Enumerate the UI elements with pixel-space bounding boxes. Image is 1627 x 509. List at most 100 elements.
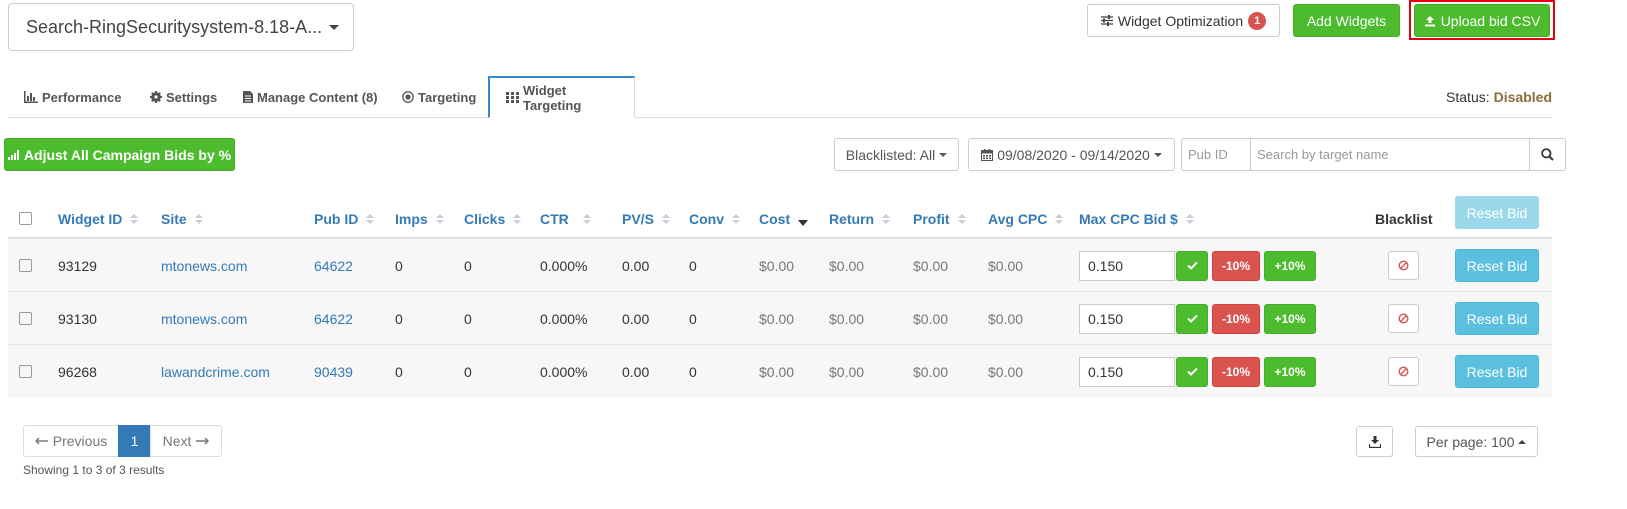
pagination-page-current[interactable]: 1: [118, 425, 151, 457]
col-return[interactable]: Return: [829, 209, 891, 229]
increase-bid-button[interactable]: +10%: [1264, 303, 1316, 334]
chevron-up-icon: [1518, 439, 1527, 444]
confirm-bid-button[interactable]: [1176, 250, 1208, 281]
tab-targeting[interactable]: Targeting: [386, 76, 492, 118]
col-ctr[interactable]: CTR: [540, 209, 591, 229]
cell-return: $0.00: [829, 363, 865, 380]
col-imps[interactable]: Imps: [395, 209, 444, 229]
blacklist-button[interactable]: [1388, 251, 1419, 280]
status-label: Status:: [1446, 89, 1490, 105]
col-clicks[interactable]: Clicks: [464, 209, 522, 229]
col-conv[interactable]: Conv: [689, 209, 740, 229]
increase-bid-label: +10%: [1274, 364, 1306, 379]
cell-pub-id-link[interactable]: 64622: [314, 239, 353, 292]
search-input[interactable]: Search by target name: [1250, 138, 1530, 171]
row-checkbox[interactable]: [19, 345, 32, 398]
download-button[interactable]: [1356, 426, 1393, 457]
tab-manage-content[interactable]: Manage Content (8): [227, 76, 394, 118]
increase-bid-button[interactable]: +10%: [1264, 250, 1316, 281]
search-button[interactable]: [1529, 138, 1566, 171]
decrease-bid-button[interactable]: -10%: [1212, 250, 1260, 281]
add-widgets-button[interactable]: Add Widgets: [1293, 4, 1400, 37]
row-checkbox[interactable]: [19, 239, 32, 292]
check-icon: [1186, 261, 1198, 270]
decrease-bid-label: -10%: [1221, 364, 1250, 379]
blacklist-button[interactable]: [1388, 357, 1419, 386]
increase-bid-button[interactable]: +10%: [1264, 356, 1316, 387]
confirm-bid-button[interactable]: [1176, 356, 1208, 387]
table-row: 93129 mtonews.com 64622 0 0 0.000% 0.00 …: [8, 238, 1552, 291]
cell-conv: 0: [689, 363, 697, 380]
cell-conv: 0: [689, 257, 697, 274]
upload-bid-csv-button[interactable]: Upload bid CSV: [1414, 4, 1550, 37]
cell-cost: $0.00: [759, 363, 795, 380]
checkbox-box: [19, 312, 32, 325]
cell-site-link[interactable]: mtonews.com: [161, 239, 247, 292]
pub-id-input[interactable]: Pub ID: [1181, 138, 1251, 171]
max-cpc-bid-input[interactable]: 0.150: [1079, 356, 1175, 387]
pagination-next[interactable]: Next: [150, 425, 222, 457]
col-imps-label: Imps: [395, 211, 428, 227]
decrease-bid-label: -10%: [1221, 258, 1250, 273]
decrease-bid-button[interactable]: -10%: [1212, 356, 1260, 387]
arrow-left-icon: [34, 437, 48, 445]
sort-desc-icon: [798, 220, 809, 226]
reset-bid-button[interactable]: Reset Bid: [1455, 249, 1539, 282]
tab-settings[interactable]: Settings: [134, 76, 233, 118]
tab-performance[interactable]: Performance: [8, 76, 137, 118]
tab-widget-targeting[interactable]: Widget Targeting: [488, 76, 635, 118]
per-page-dropdown[interactable]: Per page: 100: [1415, 426, 1538, 457]
row-checkbox[interactable]: [19, 292, 32, 345]
confirm-bid-button[interactable]: [1176, 303, 1208, 334]
col-max-cpc-bid[interactable]: Max CPC Bid $: [1079, 209, 1194, 229]
date-range-value: 09/08/2020 - 09/14/2020: [997, 146, 1150, 163]
cell-pvs: 0.00: [622, 310, 650, 327]
campaign-select[interactable]: Search-RingSecuritysystem-8.18-A...: [8, 3, 354, 51]
col-site[interactable]: Site: [161, 209, 203, 229]
adjust-all-bids-button[interactable]: Adjust All Campaign Bids by %: [4, 138, 235, 171]
col-widget-id[interactable]: Widget ID: [58, 209, 139, 229]
cell-pvs: 0.00: [622, 363, 650, 380]
cell-imps: 0: [395, 363, 403, 380]
ban-icon: [1398, 313, 1409, 324]
col-cost[interactable]: Cost: [759, 209, 809, 229]
cell-pub-id-link[interactable]: 64622: [314, 292, 353, 345]
select-all-checkbox[interactable]: [19, 212, 32, 225]
col-site-label: Site: [161, 211, 187, 227]
col-pvs[interactable]: PV/S: [622, 209, 670, 229]
max-cpc-bid-input[interactable]: 0.150: [1079, 250, 1175, 281]
reset-bid-all-button[interactable]: Reset Bid: [1455, 196, 1539, 229]
col-avg-cpc[interactable]: Avg CPC: [988, 209, 1064, 229]
cell-site-link[interactable]: mtonews.com: [161, 292, 247, 345]
pub-id-placeholder: Pub ID: [1188, 147, 1228, 162]
arrow-right-icon: [196, 437, 210, 445]
chevron-down-icon: [939, 152, 948, 157]
col-profit-label: Profit: [913, 211, 950, 227]
blacklist-button[interactable]: [1388, 304, 1419, 333]
cell-pub-id-link[interactable]: 90439: [314, 345, 353, 398]
pagination-next-label: Next: [162, 433, 192, 449]
max-cpc-bid-value: 0.150: [1088, 310, 1124, 327]
col-clicks-label: Clicks: [464, 211, 506, 227]
decrease-bid-button[interactable]: -10%: [1212, 303, 1260, 334]
col-profit[interactable]: Profit: [913, 209, 966, 229]
chevron-down-icon: [329, 24, 339, 30]
reset-bid-button[interactable]: Reset Bid: [1455, 302, 1539, 335]
tab-widget-targeting-label: Widget Targeting: [523, 82, 582, 113]
date-range-picker[interactable]: 09/08/2020 - 09/14/2020: [968, 138, 1175, 171]
cell-profit: $0.00: [913, 310, 949, 327]
col-pub-id[interactable]: Pub ID: [314, 209, 375, 229]
col-pub-id-label: Pub ID: [314, 211, 359, 227]
reset-bid-label: Reset Bid: [1466, 363, 1528, 380]
search-icon: [1541, 148, 1554, 161]
cell-site-link[interactable]: lawandcrime.com: [161, 345, 270, 398]
blacklisted-filter-dropdown[interactable]: Blacklisted: All: [834, 138, 959, 171]
checkbox-box: [19, 365, 32, 378]
col-max-cpc-bid-label: Max CPC Bid $: [1079, 211, 1178, 227]
pagination-previous[interactable]: Previous: [23, 425, 119, 457]
max-cpc-bid-input[interactable]: 0.150: [1079, 303, 1175, 334]
reset-bid-button[interactable]: Reset Bid: [1455, 355, 1539, 388]
widget-optimization-button[interactable]: Widget Optimization 1: [1087, 4, 1280, 37]
widget-optimization-badge: 1: [1248, 11, 1267, 30]
cell-profit: $0.00: [913, 363, 949, 380]
